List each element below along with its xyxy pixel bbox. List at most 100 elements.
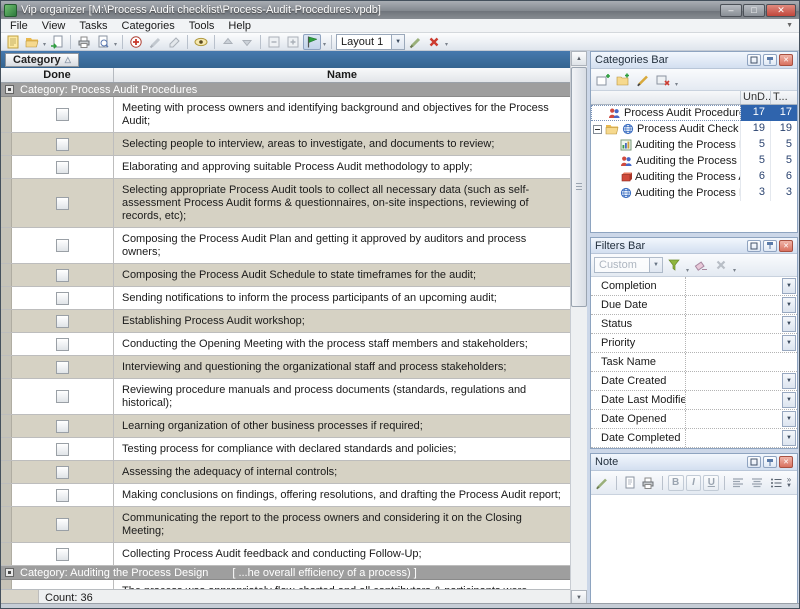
expand-all-icon[interactable] [284,34,302,50]
task-row[interactable]: Selecting appropriate Process Audit tool… [1,179,570,228]
collapse-all-icon[interactable] [265,34,283,50]
task-row[interactable]: Composing the Process Audit Schedule to … [1,264,570,287]
layout-delete-icon[interactable] [425,34,443,50]
done-checkbox[interactable] [56,489,69,502]
collapse-icon[interactable] [593,125,602,134]
filter-dropdown-icon[interactable]: ▼ [782,430,796,446]
done-checkbox[interactable] [56,420,69,433]
task-row[interactable]: Interviewing and questioning the organiz… [1,356,570,379]
tree-item-label-cell[interactable]: Auditing the Process Documentation [591,185,741,201]
task-row[interactable]: Composing the Process Audit Plan and get… [1,228,570,264]
tree-column-total[interactable]: T... [771,91,797,104]
task-row[interactable]: Elaborating and approving suitable Proce… [1,156,570,179]
collapse-icon[interactable] [5,568,14,577]
filter-dropdown-icon[interactable]: ▼ [782,297,796,313]
filter-dropdown-icon[interactable]: ▼ [782,278,796,294]
done-checkbox[interactable] [56,361,69,374]
note-open-icon[interactable] [622,475,639,491]
filter-value-cell[interactable] [686,353,797,371]
done-checkbox[interactable] [56,466,69,479]
category-tree-item[interactable]: Process Audit Check Sheet (inspecting th… [591,121,797,137]
menu-categories[interactable]: Categories [115,19,182,33]
task-row[interactable]: Communicating the report to the process … [1,507,570,543]
menu-overflow-icon[interactable]: ▼ [786,22,797,29]
menu-tools[interactable]: Tools [182,19,222,33]
filter-value-cell[interactable] [686,315,781,333]
align-center-icon[interactable] [749,475,766,491]
filter-dropdown-icon[interactable]: ▼ [782,316,796,332]
done-checkbox[interactable] [56,338,69,351]
add-task-icon[interactable] [127,34,145,50]
filter-value-cell[interactable] [686,429,781,447]
filter-preset-combobox[interactable]: Custom ▼ [594,257,663,273]
filters-restore-icon[interactable] [747,240,761,252]
category-group-header[interactable]: Category: Process Audit Procedures [1,83,570,97]
toolbar-overflow-icon[interactable]: ▾ [113,41,118,50]
new-subcategory-icon[interactable] [614,72,632,88]
note-restore-icon[interactable] [747,456,761,468]
task-row[interactable]: Collecting Process Audit feedback and co… [1,543,570,566]
underline-button[interactable]: U [703,475,719,491]
remove-filter-icon[interactable] [712,257,730,273]
menu-view[interactable]: View [35,19,73,33]
categories-close-icon[interactable]: ✕ [779,54,793,66]
done-checkbox[interactable] [56,292,69,305]
filter-dropdown-icon[interactable]: ▼ [782,335,796,351]
task-row[interactable]: Conducting the Opening Meeting with the … [1,333,570,356]
menu-help[interactable]: Help [221,19,258,33]
tree-item-label-cell[interactable]: Auditing the Process Personnel [591,153,741,169]
filter-value-cell[interactable] [686,296,781,314]
apply-filter-icon[interactable] [665,257,683,273]
categories-pin-icon[interactable] [763,54,777,66]
layout-edit-icon[interactable] [406,34,424,50]
column-header-name[interactable]: Name [114,68,570,82]
layout-overflow-icon[interactable]: ▾ [444,41,449,50]
category-tree-item[interactable]: Auditing the Process Documentation33 [591,185,797,201]
filter-dropdown-icon[interactable]: ▾ [685,267,690,276]
filters-pin-icon[interactable] [763,240,777,252]
category-group-header[interactable]: Category: Auditing the Process Design[ .… [1,566,570,580]
done-checkbox[interactable] [56,269,69,282]
filters-close-icon[interactable]: ✕ [779,240,793,252]
align-left-icon[interactable] [730,475,747,491]
move-down-icon[interactable] [238,34,256,50]
layout-combobox[interactable]: Layout 1 ▼ [336,34,405,50]
scroll-up-icon[interactable]: ▲ [571,51,587,66]
done-checkbox[interactable] [56,443,69,456]
tree-item-label-cell[interactable]: Auditing the Process Assets [591,169,741,185]
category-tree-item[interactable]: Auditing the Process Design55 [591,137,797,153]
tree-item-label-cell[interactable]: Auditing the Process Design [591,137,741,153]
done-checkbox[interactable] [56,390,69,403]
done-checkbox[interactable] [56,197,69,210]
scrollbar-thumb[interactable] [571,67,587,307]
note-pin-icon[interactable] [763,456,777,468]
filter-value-cell[interactable] [686,334,781,352]
note-close-icon[interactable]: ✕ [779,456,793,468]
task-row[interactable]: Testing process for compliance with decl… [1,438,570,461]
new-category-icon[interactable] [594,72,612,88]
bold-button[interactable]: B [668,475,684,491]
task-row[interactable]: Sending notifications to inform the proc… [1,287,570,310]
layout-dropdown-icon[interactable]: ▼ [391,35,404,49]
flag-filter-icon[interactable] [303,34,321,50]
category-tree-item[interactable]: Process Audit Procedures1717 [591,105,797,121]
move-up-icon[interactable] [219,34,237,50]
menu-file[interactable]: File [3,19,35,33]
category-tree-item[interactable]: Auditing the Process Assets66 [591,169,797,185]
view-task-icon[interactable] [192,34,210,50]
task-row[interactable]: Reviewing procedure manuals and process … [1,379,570,415]
vertical-scrollbar[interactable]: ▲ ▼ [570,51,587,605]
task-row[interactable]: Learning organization of other business … [1,415,570,438]
print-preview-icon[interactable] [94,34,112,50]
close-button[interactable]: ✕ [766,4,796,17]
filter-value-cell[interactable] [686,391,781,409]
done-checkbox[interactable] [56,108,69,121]
filter-value-cell[interactable] [686,277,781,295]
done-checkbox[interactable] [56,518,69,531]
filter-value-cell[interactable] [686,410,781,428]
group-by-category-button[interactable]: Category △ [5,53,79,67]
tree-item-label-cell[interactable]: Process Audit Check Sheet (inspecting th… [591,121,741,137]
filter-dropdown-icon[interactable]: ▼ [782,392,796,408]
done-checkbox[interactable] [56,161,69,174]
maximize-button[interactable]: □ [743,4,765,17]
